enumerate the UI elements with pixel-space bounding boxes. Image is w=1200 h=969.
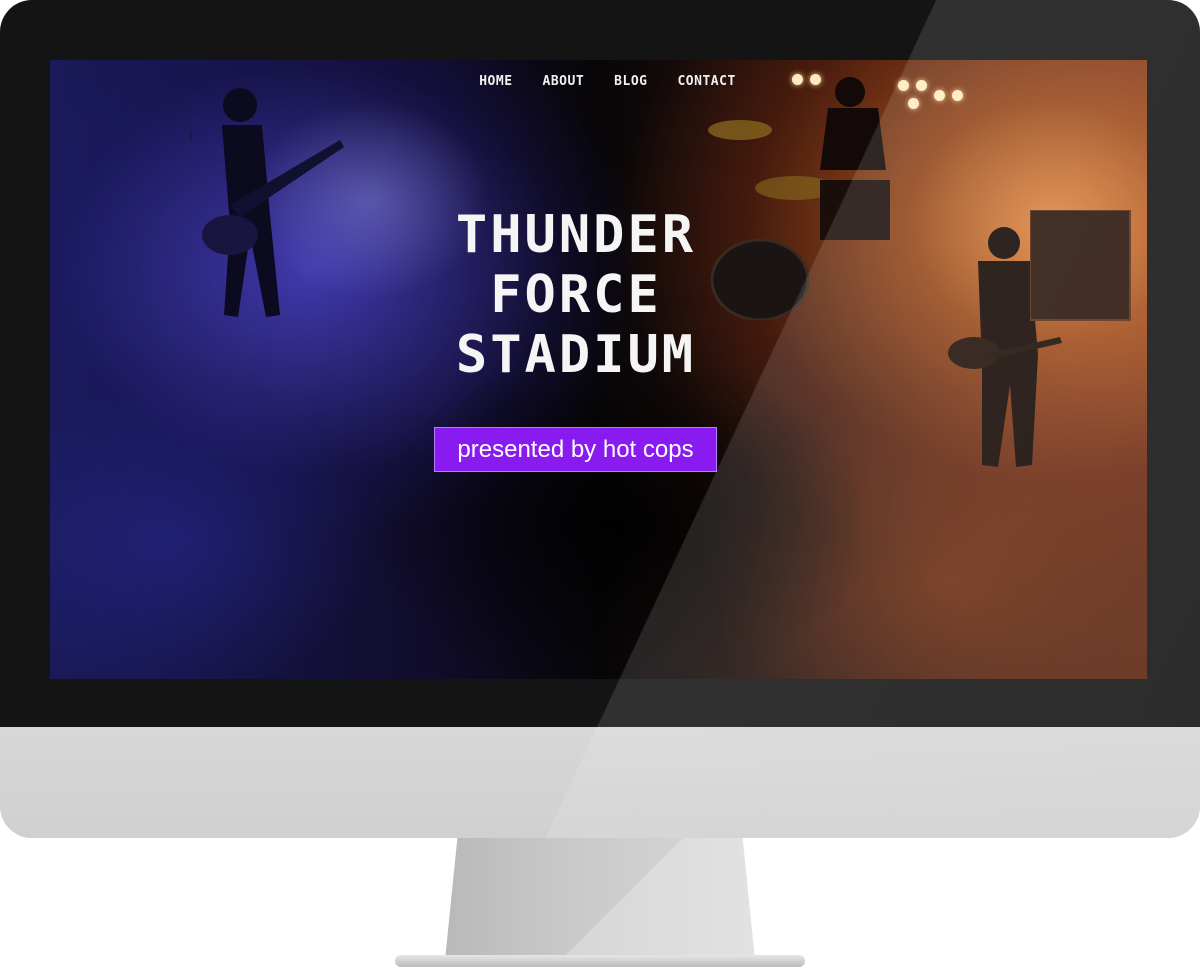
hero-title-line: FORCE (490, 265, 662, 325)
nav-contact[interactable]: CONTACT (677, 74, 735, 89)
hero-title: THUNDER FORCE STADIUM (348, 205, 804, 385)
amplifier-silhouette (1030, 210, 1131, 321)
main-nav: HOME ABOUT BLOG CONTACT (50, 74, 1147, 89)
nav-about[interactable]: ABOUT (543, 74, 585, 89)
guitarist-left-silhouette (190, 88, 344, 317)
hero-title-line: STADIUM (455, 325, 697, 385)
monitor-chin (0, 727, 1200, 838)
nav-home[interactable]: HOME (479, 74, 512, 89)
nav-blog[interactable]: BLOG (614, 74, 647, 89)
hero-title-line: THUNDER (455, 205, 697, 265)
monitor-mockup: HOME ABOUT BLOG CONTACT THUNDER FORCE ST… (0, 0, 1200, 969)
monitor-body: HOME ABOUT BLOG CONTACT THUNDER FORCE ST… (0, 0, 1200, 838)
monitor-stand-base (395, 955, 805, 967)
website-screen: HOME ABOUT BLOG CONTACT THUNDER FORCE ST… (50, 60, 1147, 679)
presented-by-badge: presented by hot cops (434, 427, 717, 472)
